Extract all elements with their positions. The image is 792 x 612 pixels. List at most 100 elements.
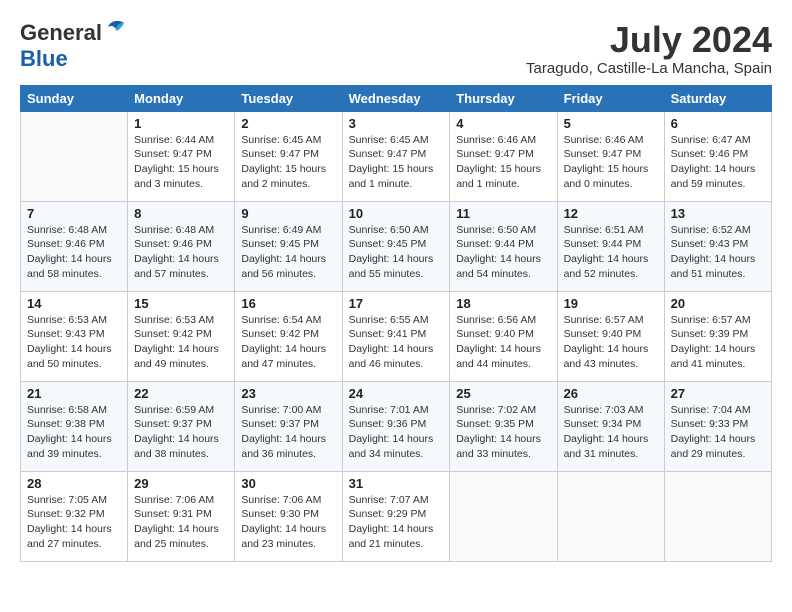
- day-number: 15: [134, 296, 228, 311]
- day-number: 3: [349, 116, 444, 131]
- day-info: Sunrise: 6:49 AMSunset: 9:45 PMDaylight:…: [241, 223, 335, 282]
- weekday-header-cell: Tuesday: [235, 85, 342, 111]
- day-number: 9: [241, 206, 335, 221]
- calendar-day-cell: 9 Sunrise: 6:49 AMSunset: 9:45 PMDaylight…: [235, 201, 342, 291]
- calendar-day-cell: 24Sunrise: 7:01 AMSunset: 9:36 PMDayligh…: [342, 381, 450, 471]
- calendar-body: 1Sunrise: 6:44 AMSunset: 9:47 PMDaylight…: [21, 111, 772, 561]
- calendar-day-cell: [664, 471, 771, 561]
- calendar-day-cell: 5Sunrise: 6:46 AMSunset: 9:47 PMDaylight…: [557, 111, 664, 201]
- calendar-day-cell: 21 Sunrise: 6:58 AMSunset: 9:38 PMDayligh…: [21, 381, 128, 471]
- location-subtitle: Taragudo, Castille-La Mancha, Spain: [526, 60, 772, 77]
- day-number: 21: [27, 386, 121, 401]
- calendar-table: SundayMondayTuesdayWednesdayThursdayFrid…: [20, 85, 772, 562]
- calendar-day-cell: 12 Sunrise: 6:51 AMSunset: 9:44 PMDayligh…: [557, 201, 664, 291]
- logo-bird-icon: [104, 17, 126, 42]
- calendar-day-cell: 28 Sunrise: 7:05 AMSunset: 9:32 PMDayligh…: [21, 471, 128, 561]
- day-number: 31: [349, 476, 444, 491]
- day-number: 16: [241, 296, 335, 311]
- day-number: 13: [671, 206, 765, 221]
- day-number: 25: [456, 386, 550, 401]
- day-info: Sunrise: 6:54 AMSunset: 9:42 PMDaylight:…: [241, 313, 335, 372]
- day-number: 30: [241, 476, 335, 491]
- day-number: 7: [27, 206, 121, 221]
- calendar-day-cell: 13 Sunrise: 6:52 AMSunset: 9:43 PMDayligh…: [664, 201, 771, 291]
- calendar-week-row: 28 Sunrise: 7:05 AMSunset: 9:32 PMDayligh…: [21, 471, 772, 561]
- day-number: 29: [134, 476, 228, 491]
- calendar-week-row: 1Sunrise: 6:44 AMSunset: 9:47 PMDaylight…: [21, 111, 772, 201]
- calendar-day-cell: 14 Sunrise: 6:53 AMSunset: 9:43 PMDayligh…: [21, 291, 128, 381]
- weekday-header-cell: Saturday: [664, 85, 771, 111]
- calendar-week-row: 14 Sunrise: 6:53 AMSunset: 9:43 PMDayligh…: [21, 291, 772, 381]
- day-info: Sunrise: 6:45 AMSunset: 9:47 PMDaylight:…: [349, 133, 444, 192]
- calendar-day-cell: 26Sunrise: 7:03 AMSunset: 9:34 PMDayligh…: [557, 381, 664, 471]
- weekday-header-cell: Thursday: [450, 85, 557, 111]
- calendar-week-row: 7 Sunrise: 6:48 AMSunset: 9:46 PMDaylight…: [21, 201, 772, 291]
- calendar-day-cell: [450, 471, 557, 561]
- calendar-day-cell: 19Sunrise: 6:57 AMSunset: 9:40 PMDayligh…: [557, 291, 664, 381]
- weekday-header-cell: Sunday: [21, 85, 128, 111]
- calendar-day-cell: 23Sunrise: 7:00 AMSunset: 9:37 PMDayligh…: [235, 381, 342, 471]
- day-info: Sunrise: 6:52 AMSunset: 9:43 PMDaylight:…: [671, 223, 765, 282]
- calendar-day-cell: 29 Sunrise: 7:06 AMSunset: 9:31 PMDayligh…: [128, 471, 235, 561]
- calendar-day-cell: 10 Sunrise: 6:50 AMSunset: 9:45 PMDayligh…: [342, 201, 450, 291]
- calendar-day-cell: 20 Sunrise: 6:57 AMSunset: 9:39 PMDayligh…: [664, 291, 771, 381]
- day-info: Sunrise: 6:46 AMSunset: 9:47 PMDaylight:…: [456, 133, 550, 192]
- calendar-week-row: 21 Sunrise: 6:58 AMSunset: 9:38 PMDayligh…: [21, 381, 772, 471]
- calendar-day-cell: 4 Sunrise: 6:46 AMSunset: 9:47 PMDaylight…: [450, 111, 557, 201]
- day-info: Sunrise: 6:47 AMSunset: 9:46 PMDaylight:…: [671, 133, 765, 192]
- calendar-day-cell: 2Sunrise: 6:45 AMSunset: 9:47 PMDaylight…: [235, 111, 342, 201]
- calendar-day-cell: 31 Sunrise: 7:07 AMSunset: 9:29 PMDayligh…: [342, 471, 450, 561]
- day-info: Sunrise: 6:53 AMSunset: 9:43 PMDaylight:…: [27, 313, 121, 372]
- day-number: 12: [564, 206, 658, 221]
- calendar-day-cell: [21, 111, 128, 201]
- title-block: July 2024 Taragudo, Castille-La Mancha, …: [526, 20, 772, 77]
- day-number: 10: [349, 206, 444, 221]
- day-number: 20: [671, 296, 765, 311]
- calendar-day-cell: 25 Sunrise: 7:02 AMSunset: 9:35 PMDayligh…: [450, 381, 557, 471]
- day-number: 17: [349, 296, 444, 311]
- calendar-day-cell: 22Sunrise: 6:59 AMSunset: 9:37 PMDayligh…: [128, 381, 235, 471]
- day-number: 27: [671, 386, 765, 401]
- day-info: Sunrise: 6:57 AMSunset: 9:39 PMDaylight:…: [671, 313, 765, 372]
- calendar-day-cell: 8Sunrise: 6:48 AMSunset: 9:46 PMDaylight…: [128, 201, 235, 291]
- day-number: 14: [27, 296, 121, 311]
- day-info: Sunrise: 7:07 AMSunset: 9:29 PMDaylight:…: [349, 493, 444, 552]
- day-info: Sunrise: 7:02 AMSunset: 9:35 PMDaylight:…: [456, 403, 550, 462]
- day-info: Sunrise: 6:48 AMSunset: 9:46 PMDaylight:…: [27, 223, 121, 282]
- calendar-day-cell: 1Sunrise: 6:44 AMSunset: 9:47 PMDaylight…: [128, 111, 235, 201]
- calendar-day-cell: 15 Sunrise: 6:53 AMSunset: 9:42 PMDayligh…: [128, 291, 235, 381]
- calendar-day-cell: 30 Sunrise: 7:06 AMSunset: 9:30 PMDayligh…: [235, 471, 342, 561]
- day-number: 4: [456, 116, 550, 131]
- day-number: 8: [134, 206, 228, 221]
- day-info: Sunrise: 6:50 AMSunset: 9:45 PMDaylight:…: [349, 223, 444, 282]
- calendar-day-cell: 3 Sunrise: 6:45 AMSunset: 9:47 PMDaylight…: [342, 111, 450, 201]
- day-info: Sunrise: 7:06 AMSunset: 9:30 PMDaylight:…: [241, 493, 335, 552]
- day-info: Sunrise: 7:05 AMSunset: 9:32 PMDaylight:…: [27, 493, 121, 552]
- logo: General Blue: [20, 20, 126, 72]
- day-number: 18: [456, 296, 550, 311]
- day-info: Sunrise: 6:59 AMSunset: 9:37 PMDaylight:…: [134, 403, 228, 462]
- day-info: Sunrise: 7:06 AMSunset: 9:31 PMDaylight:…: [134, 493, 228, 552]
- day-number: 6: [671, 116, 765, 131]
- day-info: Sunrise: 6:55 AMSunset: 9:41 PMDaylight:…: [349, 313, 444, 372]
- calendar-day-cell: 18Sunrise: 6:56 AMSunset: 9:40 PMDayligh…: [450, 291, 557, 381]
- day-info: Sunrise: 6:45 AMSunset: 9:47 PMDaylight:…: [241, 133, 335, 192]
- day-info: Sunrise: 7:03 AMSunset: 9:34 PMDaylight:…: [564, 403, 658, 462]
- logo-general: General: [20, 20, 102, 46]
- calendar-day-cell: 6 Sunrise: 6:47 AMSunset: 9:46 PMDaylight…: [664, 111, 771, 201]
- day-info: Sunrise: 7:01 AMSunset: 9:36 PMDaylight:…: [349, 403, 444, 462]
- day-number: 23: [241, 386, 335, 401]
- calendar-day-cell: [557, 471, 664, 561]
- calendar-day-cell: 16 Sunrise: 6:54 AMSunset: 9:42 PMDayligh…: [235, 291, 342, 381]
- calendar-day-cell: 11Sunrise: 6:50 AMSunset: 9:44 PMDayligh…: [450, 201, 557, 291]
- day-number: 19: [564, 296, 658, 311]
- day-info: Sunrise: 6:53 AMSunset: 9:42 PMDaylight:…: [134, 313, 228, 372]
- day-info: Sunrise: 6:58 AMSunset: 9:38 PMDaylight:…: [27, 403, 121, 462]
- weekday-header-cell: Wednesday: [342, 85, 450, 111]
- day-info: Sunrise: 6:50 AMSunset: 9:44 PMDaylight:…: [456, 223, 550, 282]
- day-info: Sunrise: 6:51 AMSunset: 9:44 PMDaylight:…: [564, 223, 658, 282]
- day-number: 28: [27, 476, 121, 491]
- day-number: 5: [564, 116, 658, 131]
- calendar-day-cell: 17 Sunrise: 6:55 AMSunset: 9:41 PMDayligh…: [342, 291, 450, 381]
- logo-blue: Blue: [20, 46, 68, 71]
